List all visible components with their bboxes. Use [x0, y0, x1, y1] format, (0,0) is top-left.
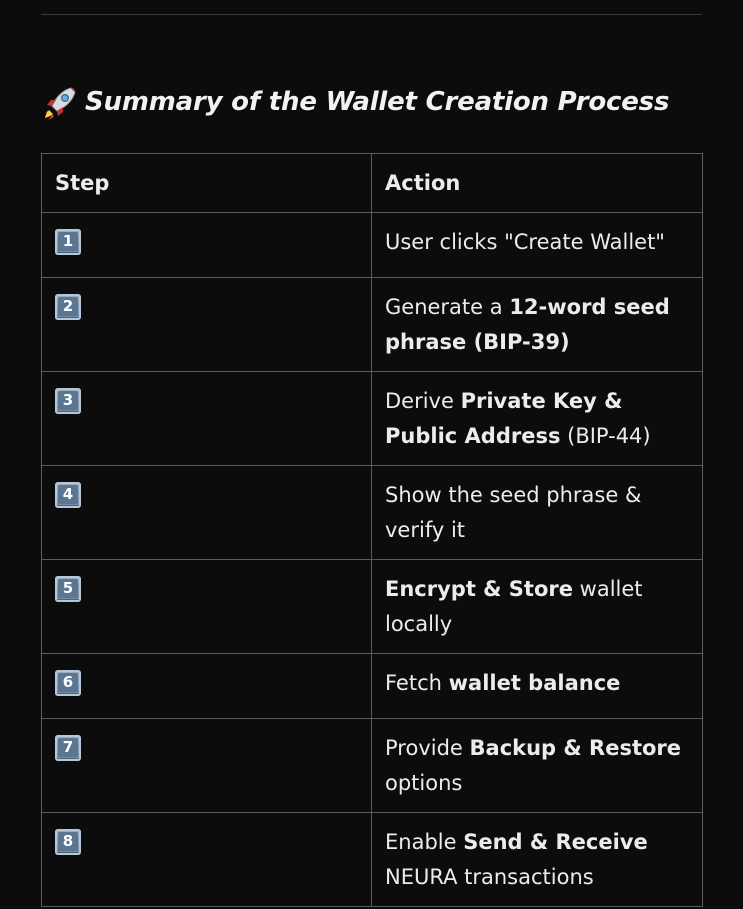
keycap-4-icon: 4	[55, 482, 81, 508]
action-text: NEURA transactions	[385, 865, 594, 889]
step-cell: 1	[41, 212, 372, 278]
action-text: Show the seed phrase & verify it	[385, 483, 642, 542]
action-text: Fetch	[385, 671, 449, 695]
action-text: options	[385, 771, 463, 795]
action-cell: Provide Backup & Restore options	[371, 718, 703, 813]
step-number: 1	[58, 232, 78, 251]
table-row: 4 Show the seed phrase & verify it	[41, 465, 703, 560]
horizontal-divider	[41, 14, 702, 15]
page: Summary of the Wallet Creation Process S…	[0, 0, 743, 909]
step-cell: 8	[41, 812, 372, 907]
column-header-action: Action	[371, 153, 703, 213]
table-row: 1 User clicks "Create Wallet"	[41, 212, 703, 278]
action-text: Derive	[385, 389, 461, 413]
keycap-2-icon: 2	[55, 294, 81, 320]
step-cell: 5	[41, 559, 372, 654]
section-heading: Summary of the Wallet Creation Process	[41, 82, 669, 122]
step-cell: 3	[41, 371, 372, 466]
keycap-7-icon: 7	[55, 735, 81, 761]
step-cell: 6	[41, 653, 372, 719]
step-number: 3	[58, 391, 78, 410]
table-row: 6 Fetch wallet balance	[41, 653, 703, 719]
step-number: 5	[58, 579, 78, 598]
section-heading-text: Summary of the Wallet Creation Process	[85, 87, 670, 117]
action-cell: Derive Private Key & Public Address (BIP…	[371, 371, 703, 466]
step-cell: 7	[41, 718, 372, 813]
table-row: 5 Encrypt & Store wallet locally	[41, 559, 703, 654]
column-header-step: Step	[41, 153, 372, 213]
keycap-5-icon: 5	[55, 576, 81, 602]
action-text: Enable	[385, 830, 464, 854]
step-number: 4	[58, 485, 78, 504]
action-cell: User clicks "Create Wallet"	[371, 212, 703, 278]
wallet-steps-table: Step Action 1 User clicks "Create Wallet"…	[41, 153, 703, 907]
action-cell: Generate a 12-word seed phrase (BIP-39)	[371, 277, 703, 372]
keycap-3-icon: 3	[55, 388, 81, 414]
action-text: User clicks "Create Wallet"	[385, 230, 665, 254]
step-cell: 2	[41, 277, 372, 372]
keycap-8-icon: 8	[55, 829, 81, 855]
action-text: Provide	[385, 736, 470, 760]
action-cell: Encrypt & Store wallet locally	[371, 559, 703, 654]
action-cell: Fetch wallet balance	[371, 653, 703, 719]
keycap-6-icon: 6	[55, 670, 81, 696]
table-row: 3 Derive Private Key & Public Address (BI…	[41, 371, 703, 466]
keycap-1-icon: 1	[55, 229, 81, 255]
table-row: 8 Enable Send & Receive NEURA transaction…	[41, 812, 703, 907]
action-text-bold: Send & Receive	[463, 830, 648, 854]
table-row: 7 Provide Backup & Restore options	[41, 718, 703, 813]
action-text: (BIP-44)	[560, 424, 651, 448]
action-text-bold: wallet balance	[448, 671, 621, 695]
step-number: 2	[58, 297, 78, 316]
table-header-row: Step Action	[41, 153, 703, 213]
action-cell: Enable Send & Receive NEURA transactions	[371, 812, 703, 907]
step-number: 8	[58, 832, 78, 851]
action-cell: Show the seed phrase & verify it	[371, 465, 703, 560]
step-number: 7	[58, 738, 78, 757]
step-cell: 4	[41, 465, 372, 560]
action-text-bold: Backup & Restore	[469, 736, 682, 760]
table-row: 2 Generate a 12-word seed phrase (BIP-39)	[41, 277, 703, 372]
step-number: 6	[58, 673, 78, 692]
table-body: 1 User clicks "Create Wallet" 2 Generate a …	[41, 212, 703, 907]
rocket-icon	[45, 87, 76, 120]
action-text: Generate a	[385, 295, 510, 319]
action-text-bold: Encrypt & Store	[385, 577, 573, 601]
